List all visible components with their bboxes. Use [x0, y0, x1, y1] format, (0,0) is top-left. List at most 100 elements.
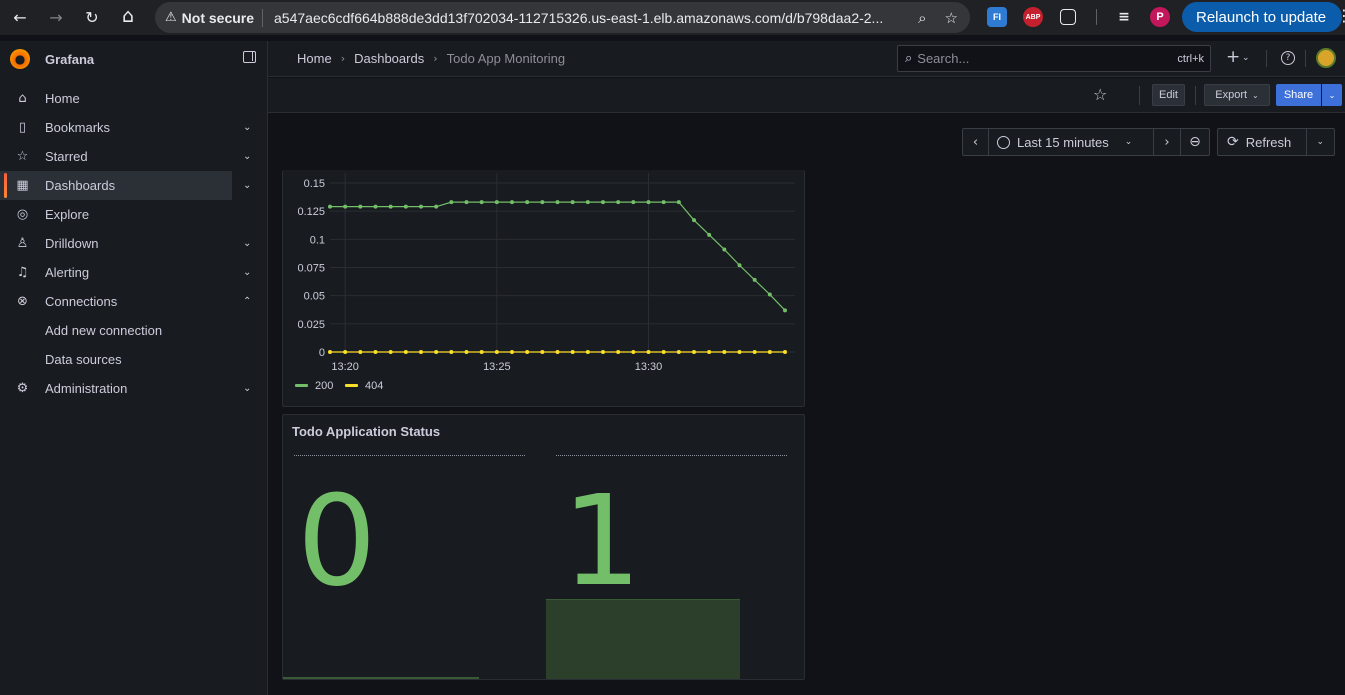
data-point — [328, 350, 332, 354]
brand-name: Grafana — [45, 51, 95, 67]
help-icon[interactable]: ? — [1281, 51, 1295, 65]
chevron-down-icon[interactable]: ⌄ — [243, 151, 251, 162]
brand[interactable]: Grafana — [0, 41, 267, 77]
avatar[interactable] — [1316, 48, 1336, 68]
browser-menu-icon[interactable]: ⋮ — [1336, 6, 1345, 25]
edit-button[interactable]: Edit — [1152, 84, 1185, 106]
chevron-down-icon[interactable]: ⌄ — [243, 267, 251, 278]
chevron-down-icon[interactable]: ⌄ — [243, 383, 251, 394]
extensions-puzzle-icon[interactable] — [1060, 9, 1076, 25]
time-range-label: Last 15 minutes — [1017, 134, 1109, 150]
data-point — [767, 350, 772, 354]
grafana-logo-icon — [10, 49, 30, 69]
refresh-button[interactable]: ⟳ Refresh — [1218, 134, 1306, 150]
profile-avatar[interactable]: P — [1150, 7, 1170, 27]
chevron-down-icon[interactable]: ⌄ — [243, 122, 251, 133]
back-button[interactable]: ← — [5, 2, 35, 32]
data-point — [434, 350, 439, 354]
address-bar[interactable]: ⚠ Not secure a547aec6cdf664b888de3dd13f7… — [155, 2, 970, 33]
data-point — [403, 204, 408, 209]
time-range-button[interactable]: Last 15 minutes ⌄ — [989, 135, 1153, 150]
share-dropdown-chevron-icon[interactable]: ⌄ — [1322, 84, 1342, 106]
bookmark-star-icon[interactable]: ☆ — [945, 9, 958, 27]
dock-menu-icon[interactable] — [243, 51, 256, 63]
legend-swatch — [345, 384, 358, 387]
data-point — [510, 350, 514, 354]
timeseries-chart: 0 0.025 0.05 0.075 0.1 0.125 0.15 13:20 13:25 13:… — [295, 173, 795, 392]
legend-label: 404 — [365, 380, 383, 392]
extension-fi-icon[interactable]: FI — [987, 7, 1007, 27]
refresh-label: Refresh — [1245, 134, 1292, 150]
y-tick-label: 0 — [319, 347, 325, 359]
url-text[interactable]: a547aec6cdf664b888de3dd13f702034-1127153… — [274, 10, 894, 26]
stat-series-label — [556, 455, 787, 457]
search-shortcut: ctrl+k — [1177, 52, 1204, 65]
data-point — [752, 350, 757, 354]
sidebar-item-label: Home — [45, 91, 80, 106]
forward-button[interactable]: → — [41, 2, 71, 32]
data-point — [449, 350, 454, 354]
data-point — [570, 350, 575, 354]
home-button[interactable]: ⌂ — [113, 1, 143, 31]
sidebar-item-administration[interactable]: ⚙ Administration ⌄ — [0, 374, 267, 403]
sidebar-item-label: Data sources — [45, 352, 122, 367]
sidebar: Grafana ⌂ Home ▯ Bookmarks ⌄ ☆ Starred ⌄… — [0, 41, 268, 695]
sidebar-item-label: Administration — [45, 381, 128, 396]
data-point — [676, 200, 681, 205]
data-point — [419, 350, 423, 354]
data-point — [388, 350, 393, 354]
refresh-interval-chevron-icon[interactable]: ⌄ — [1307, 137, 1334, 147]
chevron-down-icon[interactable]: ⌄ — [243, 238, 251, 249]
browser-toolbar: ← → ↻ ⌂ ⚠ Not secure a547aec6cdf664b888d… — [0, 0, 1345, 35]
x-tick-label: 13:30 — [635, 361, 663, 373]
bell-icon: ♫ — [16, 265, 29, 280]
share-button[interactable]: Share — [1276, 84, 1321, 106]
panel-title: Todo Application Status — [292, 424, 441, 439]
data-point — [570, 200, 575, 205]
x-tick-label: 13:20 — [331, 361, 359, 373]
sidebar-item-label: Explore — [45, 207, 90, 222]
add-new-icon[interactable]: + — [1226, 47, 1240, 67]
zoom-out-icon[interactable]: ⊖ — [1181, 134, 1209, 150]
sidebar-item-dashboards[interactable]: ▦ Dashboards ⌄ — [0, 171, 251, 200]
data-point — [707, 350, 712, 354]
sidebar-item-label: Dashboards — [45, 178, 116, 193]
media-queue-icon[interactable]: ≡ — [1114, 7, 1134, 27]
zoom-icon[interactable]: ⌕ — [918, 9, 926, 27]
sidebar-item-drilldown[interactable]: ♙ Drilldown ⌄ — [0, 229, 267, 258]
sidebar-item-connections[interactable]: ⊗ Connections ⌃ — [0, 287, 267, 316]
sidebar-item-data-sources[interactable]: Data sources — [0, 345, 267, 374]
sidebar-item-explore[interactable]: ◎ Explore — [0, 200, 267, 229]
chevron-up-icon[interactable]: ⌃ — [243, 296, 251, 307]
drilldown-icon: ♙ — [16, 236, 29, 251]
relaunch-button[interactable]: Relaunch to update — [1182, 2, 1342, 32]
sidebar-item-starred[interactable]: ☆ Starred ⌄ — [0, 142, 267, 171]
data-point — [616, 200, 621, 205]
todo-status-panel[interactable]: Todo Application Status 0 1 — [282, 414, 805, 680]
breadcrumb-dashboards[interactable]: Dashboards — [354, 51, 424, 66]
legend-label: 200 — [315, 380, 333, 392]
export-button[interactable]: Export ⌄ — [1204, 84, 1270, 106]
data-point — [661, 200, 666, 205]
breadcrumb-current: Todo App Monitoring — [446, 51, 566, 66]
chevron-down-icon[interactable]: ⌄ — [1242, 53, 1250, 63]
reload-button[interactable]: ↻ — [77, 2, 107, 32]
breadcrumb-home[interactable]: Home — [297, 51, 332, 66]
sidebar-item-alerting[interactable]: ♫ Alerting ⌄ — [0, 258, 267, 287]
bookmark-icon: ▯ — [18, 120, 27, 135]
data-point — [494, 350, 499, 354]
security-chip[interactable]: ⚠ Not secure — [155, 2, 254, 33]
sidebar-item-home[interactable]: ⌂ Home — [0, 84, 267, 113]
star-dashboard-icon[interactable]: ☆ — [1093, 85, 1107, 104]
time-forward-button[interactable]: › — [1154, 135, 1180, 150]
time-back-button[interactable]: ‹ — [963, 135, 988, 150]
http-status-timeseries-panel[interactable]: 0 0.025 0.05 0.075 0.1 0.125 0.15 13:20 13:25 13:… — [282, 170, 805, 407]
sidebar-item-bookmarks[interactable]: ▯ Bookmarks ⌄ — [0, 113, 267, 142]
data-point — [585, 200, 590, 205]
extension-abp-icon[interactable]: ABP — [1023, 7, 1043, 27]
sidebar-item-add-new-connection[interactable]: Add new connection — [0, 316, 267, 345]
toolbar-divider — [1096, 9, 1097, 25]
search-input[interactable]: ⌕ Search... ctrl+k — [897, 45, 1211, 72]
chevron-down-icon[interactable]: ⌄ — [243, 180, 251, 191]
y-tick-label: 0.05 — [304, 291, 325, 303]
